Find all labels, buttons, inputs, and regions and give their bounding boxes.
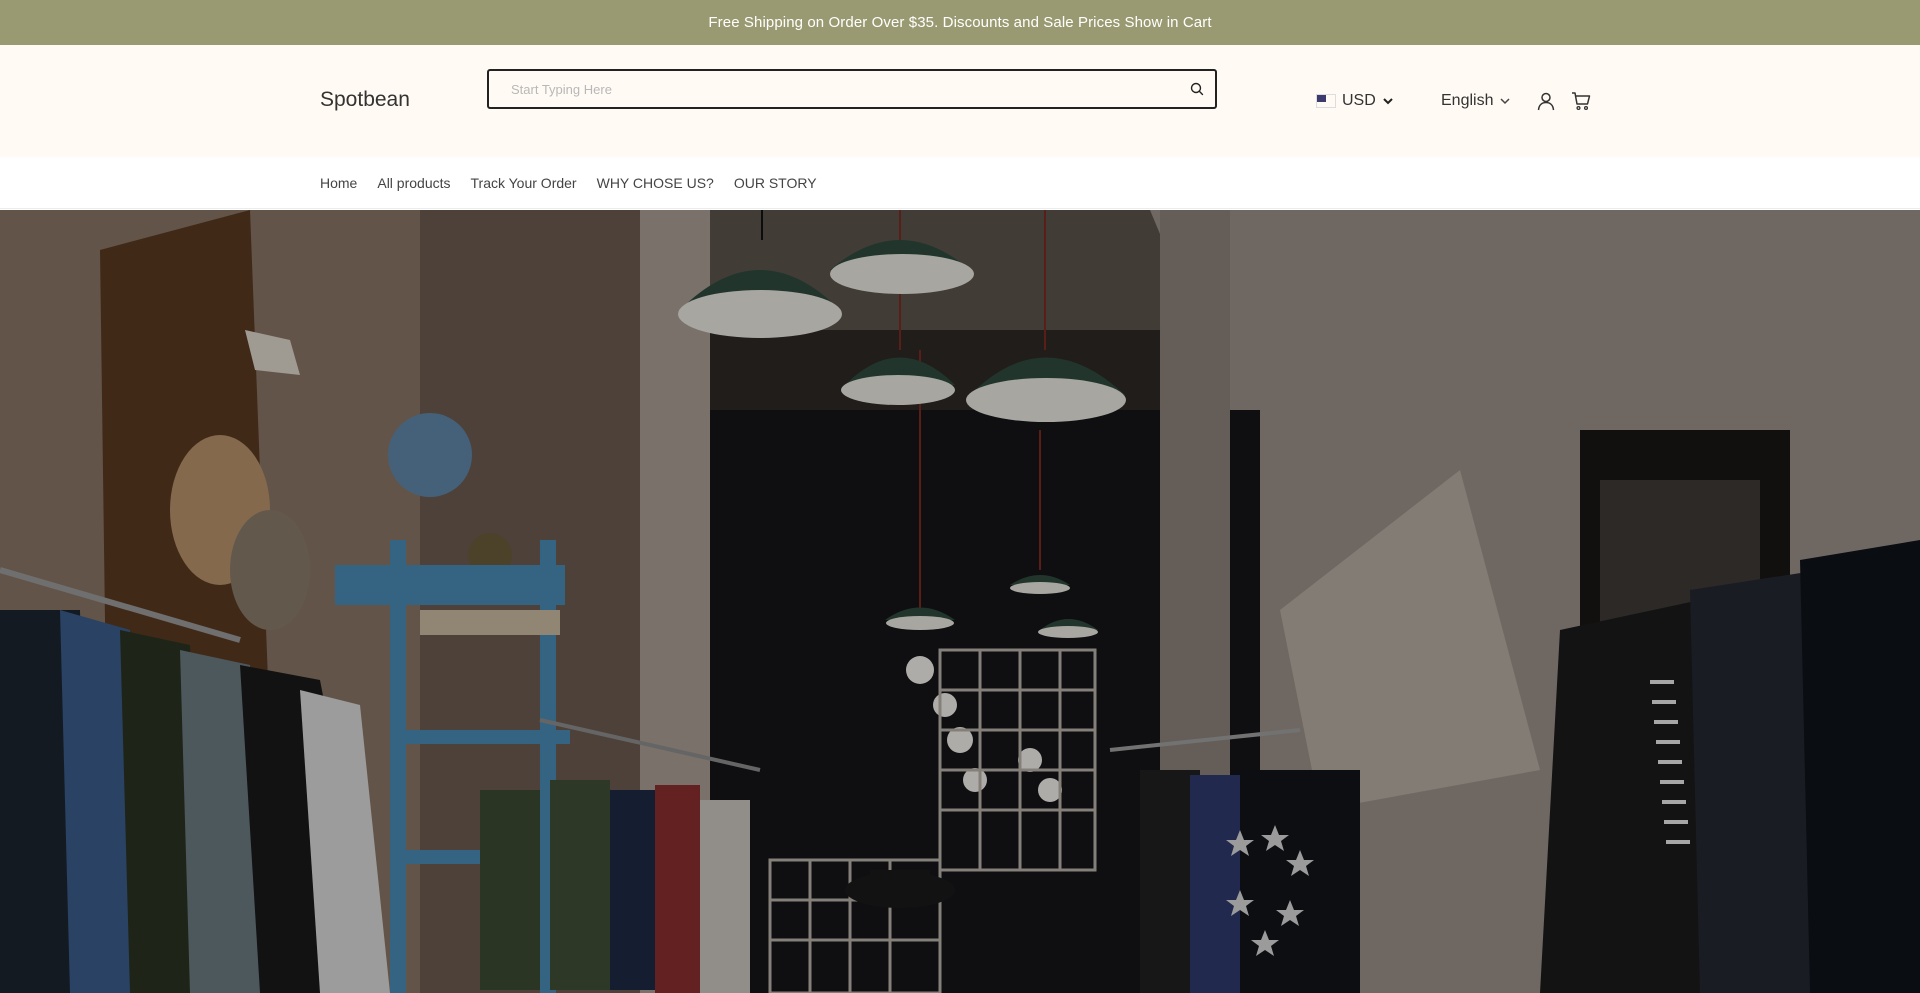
- user-icon: [1537, 92, 1555, 111]
- search-icon: [1190, 82, 1204, 96]
- announcement-bar: Free Shipping on Order Over $35. Discoun…: [0, 0, 1920, 45]
- nav-item-why-chose-us[interactable]: WHY CHOSE US?: [597, 175, 714, 191]
- hero-banner-image: [0, 210, 1920, 993]
- nav-item-our-story[interactable]: OUR STORY: [734, 175, 817, 191]
- store-interior-illustration: [0, 210, 1920, 993]
- currency-label: USD: [1342, 92, 1376, 109]
- main-nav: Home All products Track Your Order WHY C…: [0, 157, 1920, 209]
- nav-item-all-products[interactable]: All products: [377, 175, 450, 191]
- chevron-down-icon: [1383, 98, 1393, 105]
- currency-selector[interactable]: USD: [1316, 89, 1394, 113]
- cart-icon: [1572, 92, 1591, 111]
- site-logo[interactable]: Spotbean: [320, 88, 410, 112]
- nav-item-track-order[interactable]: Track Your Order: [471, 175, 577, 191]
- nav-item-home[interactable]: Home: [320, 175, 357, 191]
- announcement-text: Free Shipping on Order Over $35. Discoun…: [708, 14, 1212, 31]
- us-flag-icon: [1316, 94, 1336, 108]
- chevron-down-icon: [1500, 98, 1511, 105]
- language-label: English: [1441, 92, 1494, 109]
- cart-button[interactable]: [1569, 89, 1593, 113]
- language-selector[interactable]: English: [1441, 89, 1511, 113]
- account-button[interactable]: [1534, 89, 1558, 113]
- search-form: [487, 69, 1217, 109]
- search-button[interactable]: [1179, 71, 1215, 107]
- site-header: Spotbean USD English: [0, 45, 1920, 157]
- search-input[interactable]: [489, 71, 1179, 107]
